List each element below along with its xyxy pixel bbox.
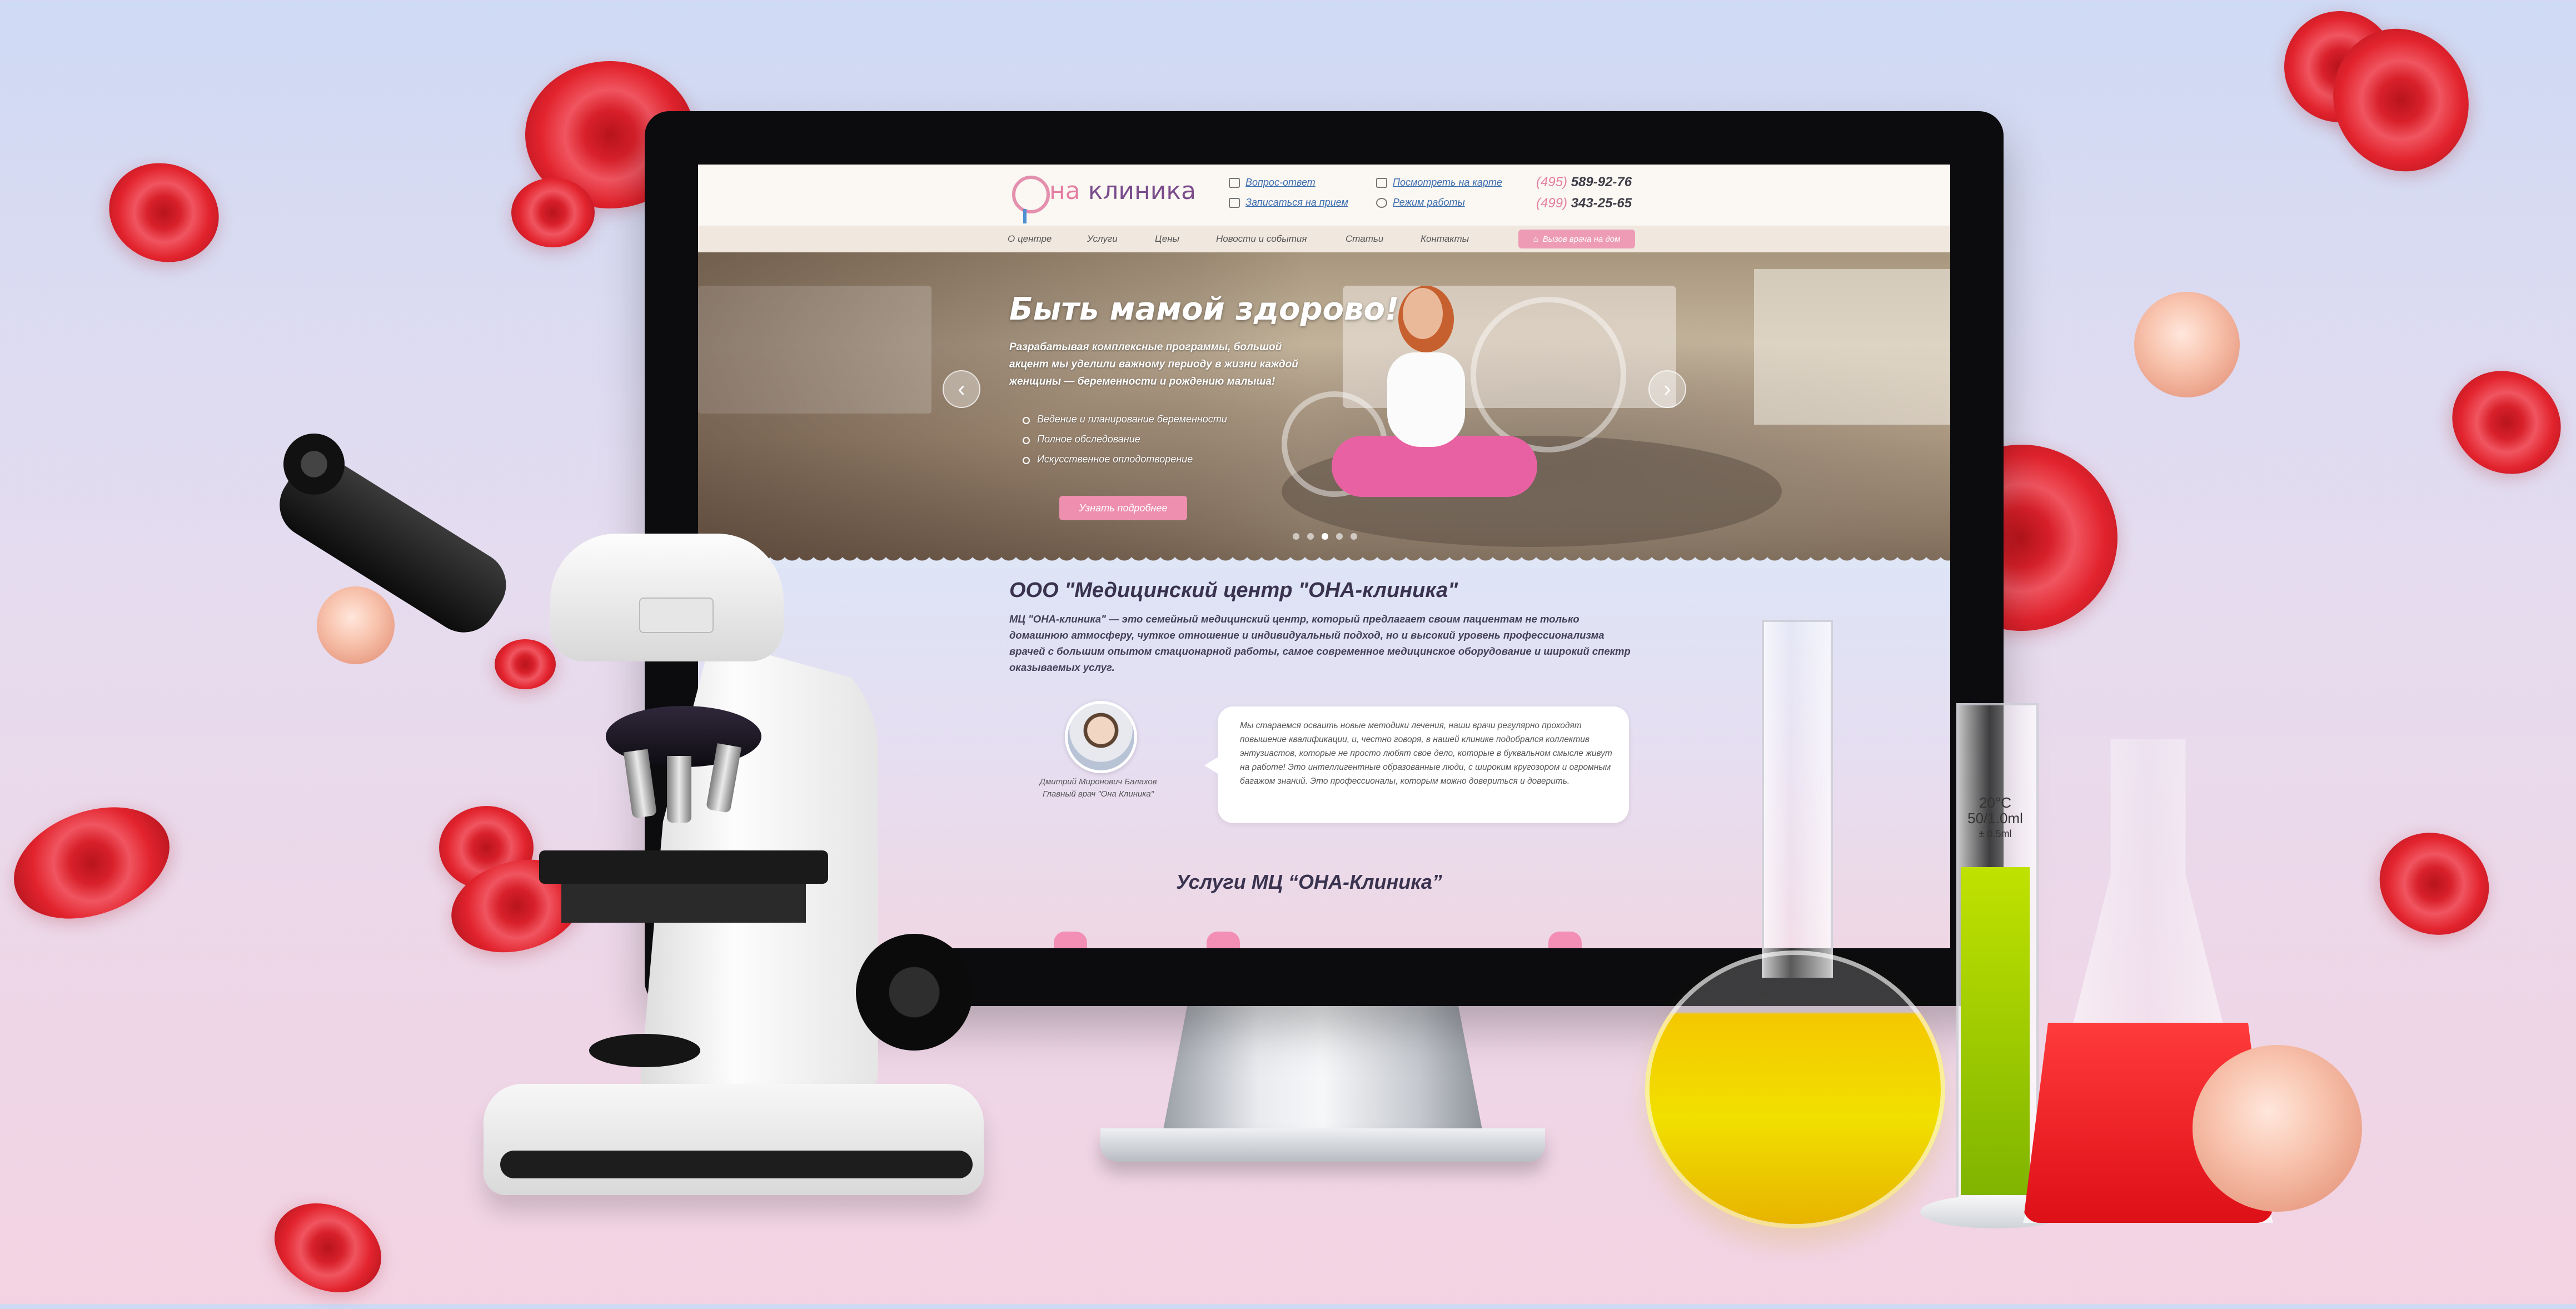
slider-next-arrow-icon[interactable]: › (1648, 370, 1686, 408)
service-stroller-icon[interactable] (1207, 932, 1240, 948)
hero-more-button[interactable]: Узнать подробнее (1059, 496, 1187, 520)
hero-feature-list: Ведение и планирование беременности Полн… (1023, 414, 1227, 474)
graduated-cylinder-liquid (1961, 867, 2030, 1195)
slider-dot[interactable] (1336, 533, 1343, 540)
nav-item-news[interactable]: Новости и события (1216, 233, 1307, 245)
doctor-call-label: Вызов врача на дом (1542, 234, 1621, 244)
monitor-stand-base (1100, 1128, 1545, 1162)
microscope-eyepiece (283, 434, 345, 495)
pencil-icon (1229, 197, 1240, 208)
logo-icon (1012, 176, 1050, 223)
round-flask-yellow (1645, 950, 1945, 1228)
microscope-light-lens (589, 1034, 700, 1067)
nav-item-articles[interactable]: Статьи (1346, 233, 1383, 245)
about-text: МЦ "ОНА-клиника" — это семейный медицинс… (1009, 613, 1631, 673)
question-link[interactable]: Вопрос-ответ (1229, 177, 1316, 188)
cylinder-label-line: 20°C (1979, 794, 2012, 811)
hero-feature-item: Искусственное оплодотворение (1023, 454, 1227, 474)
hero-subtitle: Разрабатывая комплексные программы, боль… (1009, 341, 1298, 387)
hero-photo-body (1387, 352, 1465, 447)
red-blood-cell (0, 787, 185, 939)
microscope-focus-knob (856, 934, 973, 1051)
doctor-quote-text: Мы стараемся осваить новые методики лече… (1240, 721, 1612, 786)
red-blood-cell (260, 1186, 396, 1309)
hero-background-cabinet (1754, 269, 1950, 425)
site-logo[interactable]: на клиника (1049, 177, 1196, 205)
nav-item-about[interactable]: О центре (1008, 233, 1052, 245)
hero-wave-divider (698, 554, 1950, 568)
hero-title: Быть мамой здорово! (1009, 291, 1399, 327)
red-blood-cell (495, 639, 556, 689)
nav-item-contacts[interactable]: Контакты (1421, 233, 1469, 245)
chat-icon (1229, 177, 1240, 188)
white-blood-cell (2193, 1045, 2362, 1212)
round-flask-neck (1762, 620, 1833, 978)
red-blood-cell (2433, 351, 2576, 494)
graduated-cylinder-label: 20°C 50/1.0ml ± 0.5ml (1962, 795, 2029, 842)
slider-dot[interactable] (1307, 533, 1314, 540)
red-blood-cell (95, 148, 233, 277)
logo-name-part1: на (1049, 177, 1080, 205)
doctor-name: Дмитрий Миронович Балахов (1039, 777, 1157, 787)
schedule-link[interactable]: Режим работы (1376, 197, 1465, 208)
cylinder-label-line: ± 0.5ml (1979, 828, 2012, 839)
microscope-base-stripe (500, 1151, 973, 1178)
doctor-avatar (1065, 701, 1137, 773)
hero-slider: Быть мамой здорово! Разрабатывая комплек… (698, 252, 1950, 561)
monitor-stand (1162, 1005, 1484, 1138)
about-title: ООО "Медицинский центр "ОНА-клиника" (1009, 579, 1458, 602)
cylinder-label-line: 50/1.0ml (1967, 810, 2023, 827)
hero-feature-item: Ведение и планирование беременности (1023, 414, 1227, 434)
phone-2[interactable]: (499) 343-25-65 (1536, 196, 1632, 211)
doctor-call-button[interactable]: ⌂ Вызов врача на дом (1518, 230, 1635, 248)
microscope-label (639, 598, 714, 633)
nav-item-prices[interactable]: Цены (1155, 233, 1179, 245)
service-flower-icon[interactable] (1548, 932, 1582, 948)
hero-decor-ring (1471, 297, 1626, 452)
phone-2-number: 343-25-65 (1567, 196, 1632, 211)
white-blood-cell (2134, 292, 2240, 397)
phone-1-code: (495) (1536, 175, 1568, 190)
hero-photo-head (1398, 286, 1454, 352)
clock-icon (1376, 197, 1387, 208)
doctor-caption: Дмитрий Миронович Балахов Главный врач "… (1020, 776, 1176, 800)
red-blood-cell (511, 178, 595, 247)
slider-dot[interactable] (1351, 533, 1357, 540)
house-icon: ⌂ (1533, 234, 1538, 244)
question-link-label: Вопрос-ответ (1245, 177, 1316, 188)
red-blood-cell (2363, 815, 2506, 953)
hero-feature-item: Полное обследование (1023, 434, 1227, 454)
site-header: на клиника Вопрос-ответ Записаться на пр… (698, 165, 1950, 226)
schedule-link-label: Режим работы (1393, 197, 1465, 208)
phone-1-number: 589-92-76 (1567, 175, 1632, 190)
service-heart-icon[interactable] (1054, 932, 1087, 948)
phone-2-code: (499) (1536, 196, 1568, 211)
slider-dot[interactable] (1293, 533, 1299, 540)
appointment-link-label: Записаться на прием (1245, 197, 1348, 208)
slider-prev-arrow-icon[interactable]: ‹ (943, 370, 980, 408)
microscope-objective (667, 756, 691, 823)
appointment-link[interactable]: Записаться на прием (1229, 197, 1348, 208)
slider-dot[interactable] (1322, 533, 1328, 540)
main-nav (698, 226, 1950, 253)
phone-1[interactable]: (495) 589-92-76 (1536, 175, 1632, 190)
logo-name-part2: клиника (1080, 177, 1196, 205)
map-icon (1376, 177, 1387, 188)
white-blood-cell (317, 586, 395, 664)
services-title: Услуги МЦ “ОНА-Клиника” (1176, 870, 1442, 893)
nav-item-services[interactable]: Услуги (1087, 233, 1118, 245)
doctor-role: Главный врач "Она Клиника" (1042, 789, 1154, 799)
doctor-quote-bubble: Мы стараемся осваить новые методики лече… (1204, 706, 1629, 823)
map-link-label: Посмотреть на карте (1393, 177, 1502, 188)
slider-dots (1293, 533, 1357, 540)
microscope-stage-holder (561, 884, 806, 923)
microscope-base (484, 1084, 984, 1195)
map-link[interactable]: Посмотреть на карте (1376, 177, 1502, 188)
microscope-stage (539, 850, 828, 884)
